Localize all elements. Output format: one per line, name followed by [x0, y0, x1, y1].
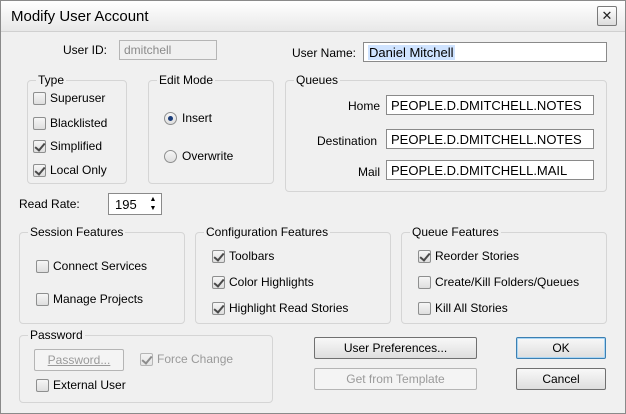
highlight-read-stories-box[interactable]: [212, 301, 225, 315]
reorder-stories-box[interactable]: [418, 249, 431, 263]
queue-features-title: Queue Features: [410, 225, 501, 239]
overwrite-radio-circle[interactable]: [164, 149, 177, 163]
highlight-read-stories-checkbox[interactable]: Highlight Read Stories: [212, 301, 348, 315]
external-user-checkbox[interactable]: External User: [36, 378, 126, 392]
reorder-stories-checkbox[interactable]: Reorder Stories: [418, 249, 519, 263]
insert-radio[interactable]: Insert: [164, 111, 212, 125]
highlight-read-stories-label: Highlight Read Stories: [229, 301, 349, 315]
modify-user-account-dialog: Modify User Account ✕ User ID: dmitchell…: [0, 0, 626, 414]
title-bar[interactable]: Modify User Account ✕: [1, 1, 625, 32]
simplified-label: Simplified: [50, 139, 103, 153]
mail-queue-label: Mail: [358, 165, 381, 179]
color-highlights-box[interactable]: [212, 275, 225, 289]
cancel-label: Cancel: [542, 372, 580, 386]
force-change-checkbox[interactable]: Force Change: [140, 352, 233, 366]
connect-services-box[interactable]: [36, 259, 49, 273]
reorder-stories-label: Reorder Stories: [435, 249, 520, 263]
password-button[interactable]: Password...: [34, 349, 124, 371]
blacklisted-label: Blacklisted: [50, 116, 108, 130]
password-group: Password Password... Force Change Extern…: [19, 328, 273, 403]
overwrite-radio[interactable]: Overwrite: [164, 149, 233, 163]
dialog-title: Modify User Account: [11, 8, 149, 25]
external-user-box[interactable]: [36, 378, 49, 392]
session-features-group: Session Features Connect Services Manage…: [19, 225, 185, 324]
create-kill-folders-box[interactable]: [418, 275, 431, 289]
get-from-template-button[interactable]: Get from Template: [314, 368, 477, 390]
queue-features-group: Queue Features Reorder Stories Create/Ki…: [401, 225, 607, 324]
connect-services-checkbox[interactable]: Connect Services: [36, 259, 147, 273]
mail-queue-input[interactable]: PEOPLE.D.DMITCHELL.MAIL: [386, 160, 594, 180]
spinner-arrows[interactable]: ▲ ▼: [148, 195, 158, 213]
toolbars-box[interactable]: [212, 249, 225, 263]
edit-mode-group: Edit Mode Insert Overwrite: [148, 73, 274, 184]
user-id-field: dmitchell: [119, 40, 217, 60]
type-group: Type Superuser Blacklisted Simplified Lo…: [27, 73, 127, 184]
color-highlights-checkbox[interactable]: Color Highlights: [212, 275, 314, 289]
local-only-checkbox[interactable]: Local Only: [33, 163, 107, 177]
read-rate-stepper[interactable]: 195 ▲ ▼: [108, 193, 162, 215]
local-only-label: Local Only: [50, 163, 107, 177]
get-from-template-label: Get from Template: [346, 372, 445, 386]
manage-projects-box[interactable]: [36, 292, 49, 306]
destination-queue-label: Destination: [317, 134, 378, 148]
overwrite-label: Overwrite: [182, 149, 234, 163]
configuration-features-group: Configuration Features Toolbars Color Hi…: [195, 225, 391, 324]
local-only-box[interactable]: [33, 163, 46, 177]
session-features-title: Session Features: [28, 225, 126, 239]
superuser-box[interactable]: [33, 91, 46, 105]
kill-all-stories-label: Kill All Stories: [435, 301, 508, 315]
toolbars-label: Toolbars: [229, 249, 275, 263]
blacklisted-box[interactable]: [33, 116, 46, 130]
user-preferences-label: User Preferences...: [343, 341, 448, 355]
force-change-label: Force Change: [157, 352, 234, 366]
simplified-checkbox[interactable]: Simplified: [33, 139, 102, 153]
spin-up-icon[interactable]: ▲: [148, 195, 158, 204]
queues-group: Queues Home PEOPLE.D.DMITCHELL.NOTES Des…: [285, 73, 607, 192]
password-group-title: Password: [28, 328, 85, 342]
insert-label: Insert: [182, 111, 213, 125]
close-icon: ✕: [601, 8, 613, 23]
create-kill-folders-checkbox[interactable]: Create/Kill Folders/Queues: [418, 275, 579, 289]
configuration-features-title: Configuration Features: [204, 225, 331, 239]
close-button[interactable]: ✕: [597, 6, 617, 26]
kill-all-stories-checkbox[interactable]: Kill All Stories: [418, 301, 508, 315]
kill-all-stories-box[interactable]: [418, 301, 431, 315]
password-button-label: Password...: [47, 353, 111, 367]
mail-queue-value: PEOPLE.D.DMITCHELL.MAIL: [391, 163, 568, 178]
spin-down-icon[interactable]: ▼: [148, 204, 158, 213]
simplified-box[interactable]: [33, 139, 46, 153]
destination-queue-value: PEOPLE.D.DMITCHELL.NOTES: [391, 132, 582, 147]
connect-services-label: Connect Services: [53, 259, 148, 273]
queues-group-title: Queues: [294, 73, 341, 87]
user-name-label: User Name:: [292, 46, 357, 60]
user-id-label: User ID:: [63, 43, 108, 57]
home-queue-input[interactable]: PEOPLE.D.DMITCHELL.NOTES: [386, 95, 594, 115]
type-group-title: Type: [36, 73, 67, 87]
insert-radio-circle[interactable]: [164, 111, 177, 125]
read-rate-label: Read Rate:: [19, 197, 80, 211]
destination-queue-input[interactable]: PEOPLE.D.DMITCHELL.NOTES: [386, 129, 594, 149]
ok-button[interactable]: OK: [516, 337, 606, 359]
superuser-checkbox[interactable]: Superuser: [33, 91, 105, 105]
ok-label: OK: [552, 341, 570, 355]
superuser-label: Superuser: [50, 91, 106, 105]
edit-mode-group-title: Edit Mode: [157, 73, 216, 87]
home-queue-label: Home: [348, 99, 381, 113]
user-id-value: dmitchell: [124, 43, 172, 57]
color-highlights-label: Color Highlights: [229, 275, 314, 289]
read-rate-value: 195: [115, 197, 137, 212]
blacklisted-checkbox[interactable]: Blacklisted: [33, 116, 107, 130]
home-queue-value: PEOPLE.D.DMITCHELL.NOTES: [391, 98, 582, 113]
user-name-input[interactable]: Daniel Mitchell: [363, 42, 607, 62]
user-preferences-button[interactable]: User Preferences...: [314, 337, 477, 359]
manage-projects-label: Manage Projects: [53, 292, 144, 306]
external-user-label: External User: [53, 378, 126, 392]
toolbars-checkbox[interactable]: Toolbars: [212, 249, 274, 263]
force-change-box[interactable]: [140, 352, 153, 366]
manage-projects-checkbox[interactable]: Manage Projects: [36, 292, 143, 306]
create-kill-folders-label: Create/Kill Folders/Queues: [435, 275, 580, 289]
cancel-button[interactable]: Cancel: [516, 368, 606, 390]
user-name-value: Daniel Mitchell: [368, 45, 455, 60]
